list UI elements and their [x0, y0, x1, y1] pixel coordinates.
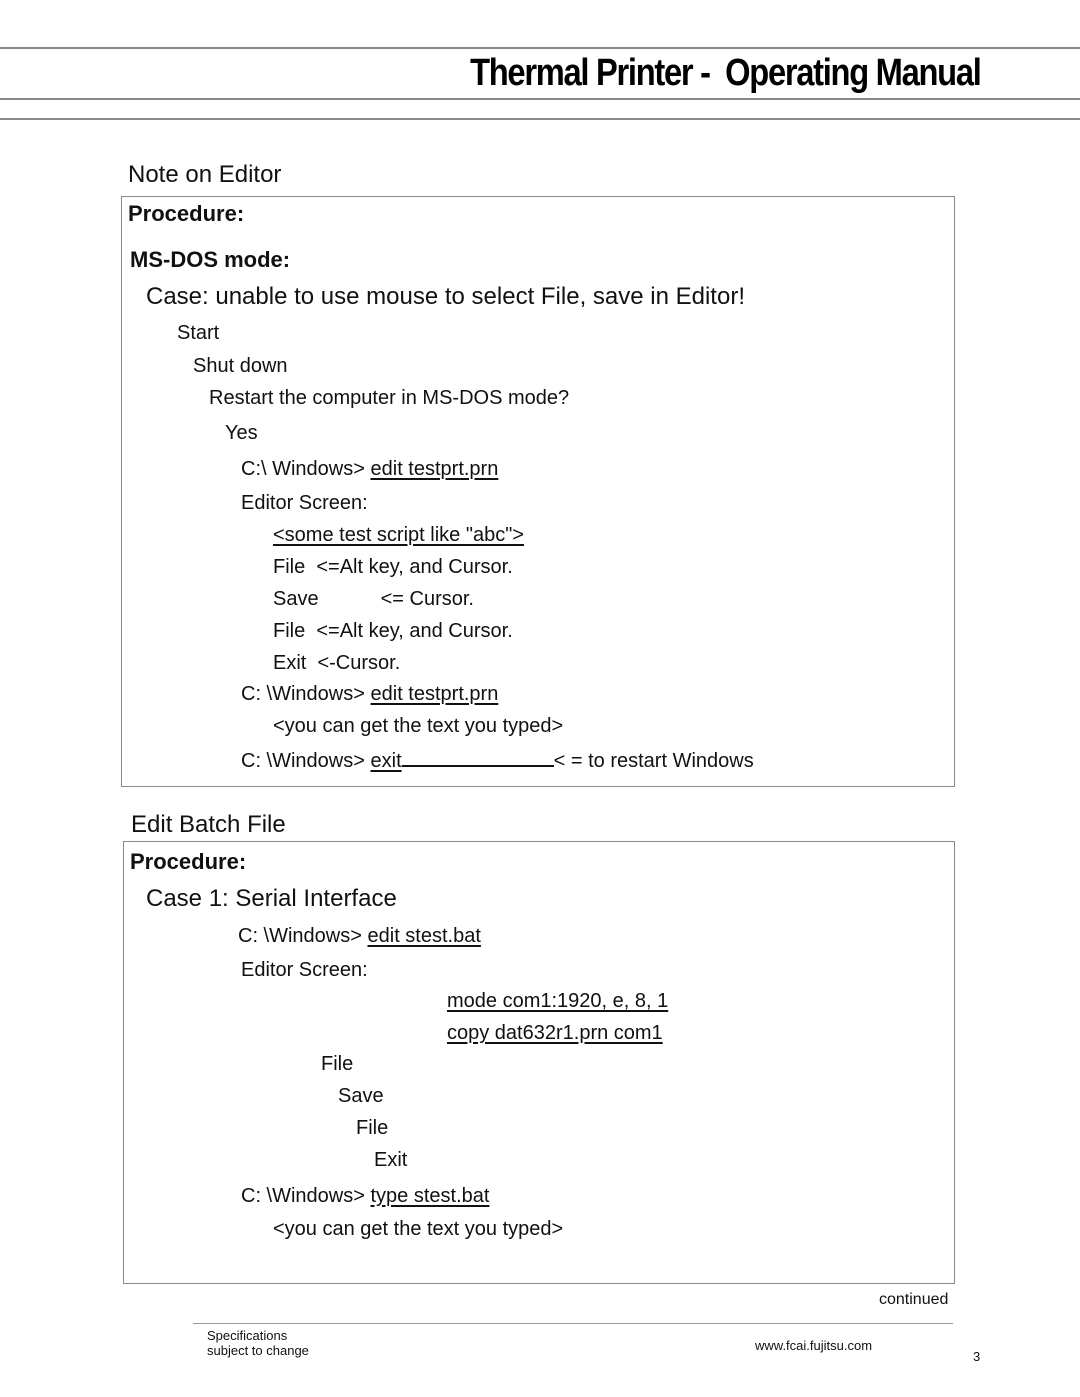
step-save: Save <= Cursor.	[273, 588, 474, 611]
command-text: edit testprt.prn	[370, 458, 499, 480]
header-bottom-rule	[0, 98, 1080, 100]
step-restart-prompt: Restart the computer in MS-DOS mode?	[209, 387, 570, 409]
prompt-prefix: C: \Windows>	[238, 925, 362, 947]
command-line-edit-bat: C: \Windows> edit stest.bat	[238, 925, 481, 948]
title-part1: Thermal Printer -	[469, 52, 711, 94]
command-text: exit	[370, 750, 402, 772]
footer-rule	[193, 1323, 953, 1324]
menu-exit-label: Exit	[273, 652, 307, 674]
blank-underline	[401, 747, 554, 767]
menu-note: <=Alt key, and Cursor.	[316, 556, 513, 578]
page-number: 3	[973, 1349, 981, 1364]
header-top-rule	[0, 47, 1080, 49]
footer-specifications: Specifications subject to change	[207, 1328, 309, 1358]
step-yes: Yes	[225, 422, 258, 444]
spec-line-2: subject to change	[207, 1343, 309, 1358]
step-shut-down: Shut down	[193, 355, 288, 377]
command-line-edit-1: C:\ Windows> edit testprt.prn	[241, 458, 498, 481]
result-text: <you can get the text you typed>	[273, 715, 564, 737]
prompt-prefix: C: \Windows>	[241, 1185, 365, 1207]
header-divider-rule	[0, 118, 1080, 120]
menu-note: <-Cursor.	[317, 652, 401, 674]
menu-file-label: File	[273, 556, 306, 578]
section-heading-note-on-editor: Note on Editor	[128, 161, 282, 188]
command-text: edit stest.bat	[367, 925, 481, 947]
step-start: Start	[177, 322, 220, 344]
prompt-prefix: C: \Windows>	[241, 750, 365, 772]
step-file-1: File <=Alt key, and Cursor.	[273, 556, 513, 579]
script-text: <some test script like "abc">	[273, 524, 524, 546]
batch-line-2: copy dat632r1.prn com1	[447, 1022, 663, 1044]
case-text: Case: unable to use mouse to select File…	[146, 283, 745, 310]
procedure-label: Procedure:	[130, 849, 247, 874]
prompt-prefix: C: \Windows>	[241, 683, 365, 705]
command-text: type stest.bat	[370, 1185, 490, 1207]
editor-screen-label: Editor Screen:	[241, 959, 368, 981]
command-line-edit-2: C: \Windows> edit testprt.prn	[241, 683, 498, 706]
spec-line-1: Specifications	[207, 1328, 288, 1343]
procedure-label: Procedure:	[128, 201, 245, 226]
prompt-prefix: C:\ Windows>	[241, 458, 365, 480]
command-line-exit: C: \Windows> exit < = to restart Windows	[241, 747, 754, 773]
title-part2: Operating Manual	[724, 52, 982, 94]
result-text: <you can get the text you typed>	[273, 1218, 564, 1240]
step-file-2: File	[356, 1117, 389, 1139]
command-line-type-bat: C: \Windows> type stest.bat	[241, 1185, 489, 1208]
ms-dos-mode-label: MS-DOS mode:	[130, 247, 291, 272]
menu-note: <=Alt key, and Cursor.	[316, 620, 513, 642]
step-file-1: File	[321, 1053, 354, 1075]
menu-save-label: Save	[273, 588, 319, 610]
footer-website[interactable]: www.fcai.fujitsu.com	[755, 1338, 872, 1353]
case-text: Case 1: Serial Interface	[146, 885, 397, 912]
section-heading-edit-batch-file: Edit Batch File	[131, 811, 286, 838]
batch-line-1: mode com1:1920, e, 8, 1	[447, 990, 669, 1012]
step-exit: Exit	[374, 1149, 408, 1171]
continued-label: continued	[879, 1291, 949, 1308]
editor-screen-label: Editor Screen:	[241, 492, 368, 514]
command-note: < = to restart Windows	[553, 750, 754, 772]
step-file-2: File <=Alt key, and Cursor.	[273, 620, 513, 643]
menu-file-label: File	[273, 620, 306, 642]
step-save: Save	[338, 1085, 384, 1107]
step-exit: Exit <-Cursor.	[273, 652, 400, 675]
command-text: edit testprt.prn	[370, 683, 499, 705]
page-title: Thermal Printer - Operating Manual	[469, 52, 982, 95]
menu-note: <= Cursor.	[380, 588, 474, 610]
